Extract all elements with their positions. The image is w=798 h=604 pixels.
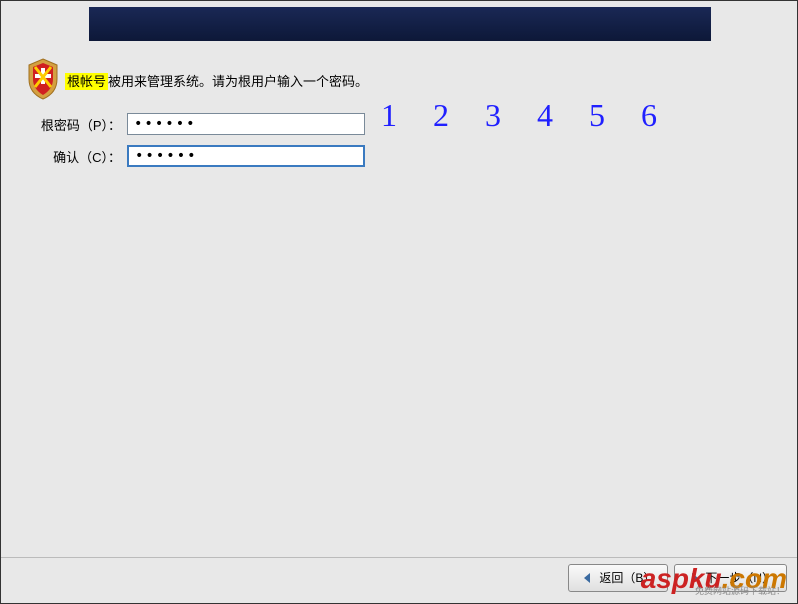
footer-bar: 返回（B） 下一步（N） bbox=[1, 557, 797, 597]
instruction-text: 根帐号被用来管理系统。请为根用户输入一个密码。 bbox=[65, 71, 368, 90]
password-label: 根密码（P）： bbox=[21, 115, 121, 134]
confirm-label: 确认（C）： bbox=[21, 147, 121, 166]
instruction-highlight: 根帐号 bbox=[65, 73, 108, 90]
password-row: 根密码（P）： bbox=[21, 113, 365, 135]
arrow-right-icon bbox=[687, 571, 701, 585]
handwriting-annotation: 1 2 3 4 5 6 bbox=[381, 97, 671, 134]
confirm-row: 确认（C）： bbox=[21, 145, 365, 167]
arrow-left-icon bbox=[581, 571, 595, 585]
confirm-input[interactable] bbox=[127, 145, 365, 167]
header-title-bar bbox=[89, 7, 711, 41]
next-button-label: 下一步（N） bbox=[705, 569, 774, 586]
instruction-rest: 被用来管理系统。请为根用户输入一个密码。 bbox=[108, 74, 368, 89]
next-button[interactable]: 下一步（N） bbox=[674, 564, 787, 592]
password-input[interactable] bbox=[127, 113, 365, 135]
back-button-label: 返回（B） bbox=[599, 569, 655, 586]
shield-icon bbox=[25, 57, 61, 101]
back-button[interactable]: 返回（B） bbox=[568, 564, 668, 592]
